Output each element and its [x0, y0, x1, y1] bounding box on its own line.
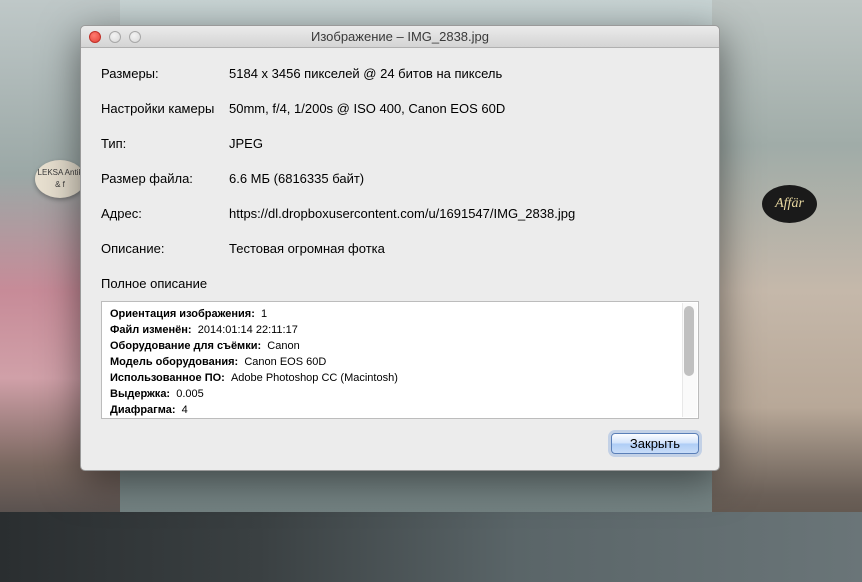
window-title: Изображение – IMG_2838.jpg	[81, 29, 719, 44]
detail-value: 1	[261, 308, 267, 320]
value-description: Тестовая огромная фотка	[229, 241, 699, 256]
detail-key: Выдержка:	[110, 388, 170, 400]
traffic-lights	[81, 31, 141, 43]
detail-value: Adobe Photoshop CC (Macintosh)	[231, 372, 398, 384]
value-type: JPEG	[229, 136, 699, 151]
detail-orientation: Ориентация изображения: 1	[110, 306, 690, 322]
detail-key: Ориентация изображения:	[110, 308, 255, 320]
detail-value: 4	[182, 404, 188, 416]
detail-modified: Файл изменён: 2014:01:14 22:11:17	[110, 322, 690, 338]
label-filesize: Размер файла:	[101, 171, 229, 186]
detail-key: Файл изменён:	[110, 324, 192, 336]
row-dimensions: Размеры: 5184 x 3456 пикселей @ 24 битов…	[101, 66, 699, 81]
full-description-textarea[interactable]: Ориентация изображения: 1 Файл изменён: …	[101, 301, 699, 419]
value-dimensions: 5184 x 3456 пикселей @ 24 битов на пиксе…	[229, 66, 699, 81]
value-camera: 50mm, f/4, 1/200s @ ISO 400, Canon EOS 6…	[229, 101, 699, 116]
detail-value: Canon	[267, 340, 299, 352]
label-dimensions: Размеры:	[101, 66, 229, 81]
button-row: Закрыть	[101, 433, 699, 454]
detail-value: 0.005	[176, 388, 204, 400]
detail-make: Оборудование для съёмки: Canon	[110, 338, 690, 354]
dialog-content: Размеры: 5184 x 3456 пикселей @ 24 битов…	[81, 48, 719, 470]
detail-software: Использованное ПО: Adobe Photoshop CC (M…	[110, 370, 690, 386]
detail-exposure: Выдержка: 0.005	[110, 386, 690, 402]
label-camera: Настройки камеры	[101, 101, 229, 116]
row-description: Описание: Тестовая огромная фотка	[101, 241, 699, 256]
detail-aperture: Диафрагма: 4	[110, 402, 690, 418]
row-filesize: Размер файла: 6.6 МБ (6816335 байт)	[101, 171, 699, 186]
background-right	[712, 0, 862, 582]
full-description-header: Полное описание	[101, 276, 699, 291]
titlebar[interactable]: Изображение – IMG_2838.jpg	[81, 26, 719, 48]
detail-key: Модель оборудования:	[110, 356, 238, 368]
shop-sign-right: Affär	[762, 185, 817, 223]
detail-model: Модель оборудования: Canon EOS 60D	[110, 354, 690, 370]
label-type: Тип:	[101, 136, 229, 151]
row-address: Адрес: https://dl.dropboxusercontent.com…	[101, 206, 699, 221]
label-address: Адрес:	[101, 206, 229, 221]
detail-key: Использованное ПО:	[110, 372, 225, 384]
close-button[interactable]: Закрыть	[611, 433, 699, 454]
detail-value: 2014:01:14 22:11:17	[198, 324, 298, 336]
detail-value: Canon EOS 60D	[244, 356, 326, 368]
scrollbar-track[interactable]	[682, 303, 697, 417]
window-minimize-button[interactable]	[109, 31, 121, 43]
window-zoom-button[interactable]	[129, 31, 141, 43]
shop-sign-left: LEKSA Antik & f	[35, 160, 85, 198]
row-camera: Настройки камеры 50mm, f/4, 1/200s @ ISO…	[101, 101, 699, 116]
detail-key: Диафрагма:	[110, 404, 176, 416]
row-type: Тип: JPEG	[101, 136, 699, 151]
scrollbar-thumb[interactable]	[684, 306, 694, 376]
detail-key: Оборудование для съёмки:	[110, 340, 261, 352]
value-filesize: 6.6 МБ (6816335 байт)	[229, 171, 699, 186]
label-description: Описание:	[101, 241, 229, 256]
window-close-button[interactable]	[89, 31, 101, 43]
value-address: https://dl.dropboxusercontent.com/u/1691…	[229, 206, 699, 221]
background-bottom	[0, 512, 862, 582]
image-info-dialog: Изображение – IMG_2838.jpg Размеры: 5184…	[80, 25, 720, 471]
